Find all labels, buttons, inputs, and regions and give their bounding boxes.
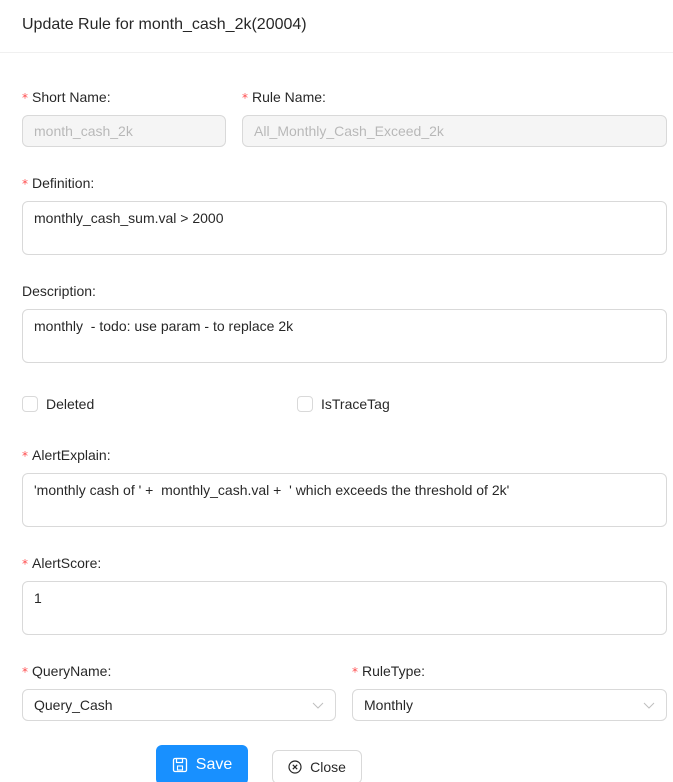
alert-explain-label-text: AlertExplain: (32, 447, 111, 463)
dialog-header: Update Rule for month_cash_2k(20004) (0, 0, 673, 53)
definition-label-text: Definition: (32, 175, 95, 191)
query-name-label-text: QueryName: (32, 663, 112, 679)
alert-score-label-text: AlertScore: (32, 555, 102, 571)
description-textarea[interactable]: monthly - todo: use param - to replace 2… (22, 309, 667, 363)
required-mark: * (22, 665, 28, 679)
short-name-input[interactable]: month_cash_2k (22, 115, 226, 147)
short-name-label-text: Short Name: (32, 89, 111, 105)
alert-score-label: * AlertScore: (22, 555, 101, 571)
deleted-checkbox-wrap[interactable]: Deleted (22, 394, 94, 414)
required-mark: * (22, 177, 28, 191)
close-circle-icon (288, 760, 302, 774)
rule-type-label: * RuleType: (352, 663, 425, 679)
close-label: Close (310, 759, 346, 775)
save-button[interactable]: Save (156, 745, 248, 782)
rule-name-label-text: Rule Name: (252, 89, 326, 105)
is-trace-tag-label: IsTraceTag (321, 396, 390, 412)
required-mark: * (352, 665, 358, 679)
is-trace-tag-checkbox[interactable] (297, 396, 313, 412)
deleted-checkbox[interactable] (22, 396, 38, 412)
description-label: Description: (22, 283, 96, 299)
save-label: Save (195, 756, 233, 773)
required-mark: * (22, 557, 28, 571)
rule-name-input[interactable]: All_Monthly_Cash_Exceed_2k (242, 115, 667, 147)
definition-textarea[interactable]: monthly_cash_sum.val > 2000 (22, 201, 667, 255)
query-name-selected: Query_Cash (34, 697, 113, 713)
close-button[interactable]: Close (272, 750, 362, 782)
chevron-down-icon (312, 702, 324, 709)
required-mark: * (242, 91, 248, 105)
dialog-title: Update Rule for month_cash_2k(20004) (22, 16, 307, 33)
rule-type-label-text: RuleType: (362, 663, 426, 679)
alert-explain-label: * AlertExplain: (22, 447, 111, 463)
query-name-select[interactable]: Query_Cash (22, 689, 336, 721)
short-name-label: * Short Name: (22, 89, 111, 105)
alert-explain-textarea[interactable]: 'monthly cash of ' + monthly_cash.val + … (22, 473, 667, 527)
required-mark: * (22, 449, 28, 463)
alert-score-input[interactable]: 1 (22, 581, 667, 635)
save-icon (172, 757, 187, 773)
definition-label: * Definition: (22, 175, 94, 191)
is-trace-tag-checkbox-wrap[interactable]: IsTraceTag (297, 394, 390, 414)
chevron-down-icon (643, 702, 655, 709)
rule-type-selected: Monthly (364, 697, 414, 713)
required-mark: * (22, 91, 28, 105)
rule-type-select[interactable]: Monthly (352, 689, 667, 721)
query-name-label: * QueryName: (22, 663, 111, 679)
rule-name-label: * Rule Name: (242, 89, 326, 105)
deleted-label: Deleted (46, 396, 95, 412)
